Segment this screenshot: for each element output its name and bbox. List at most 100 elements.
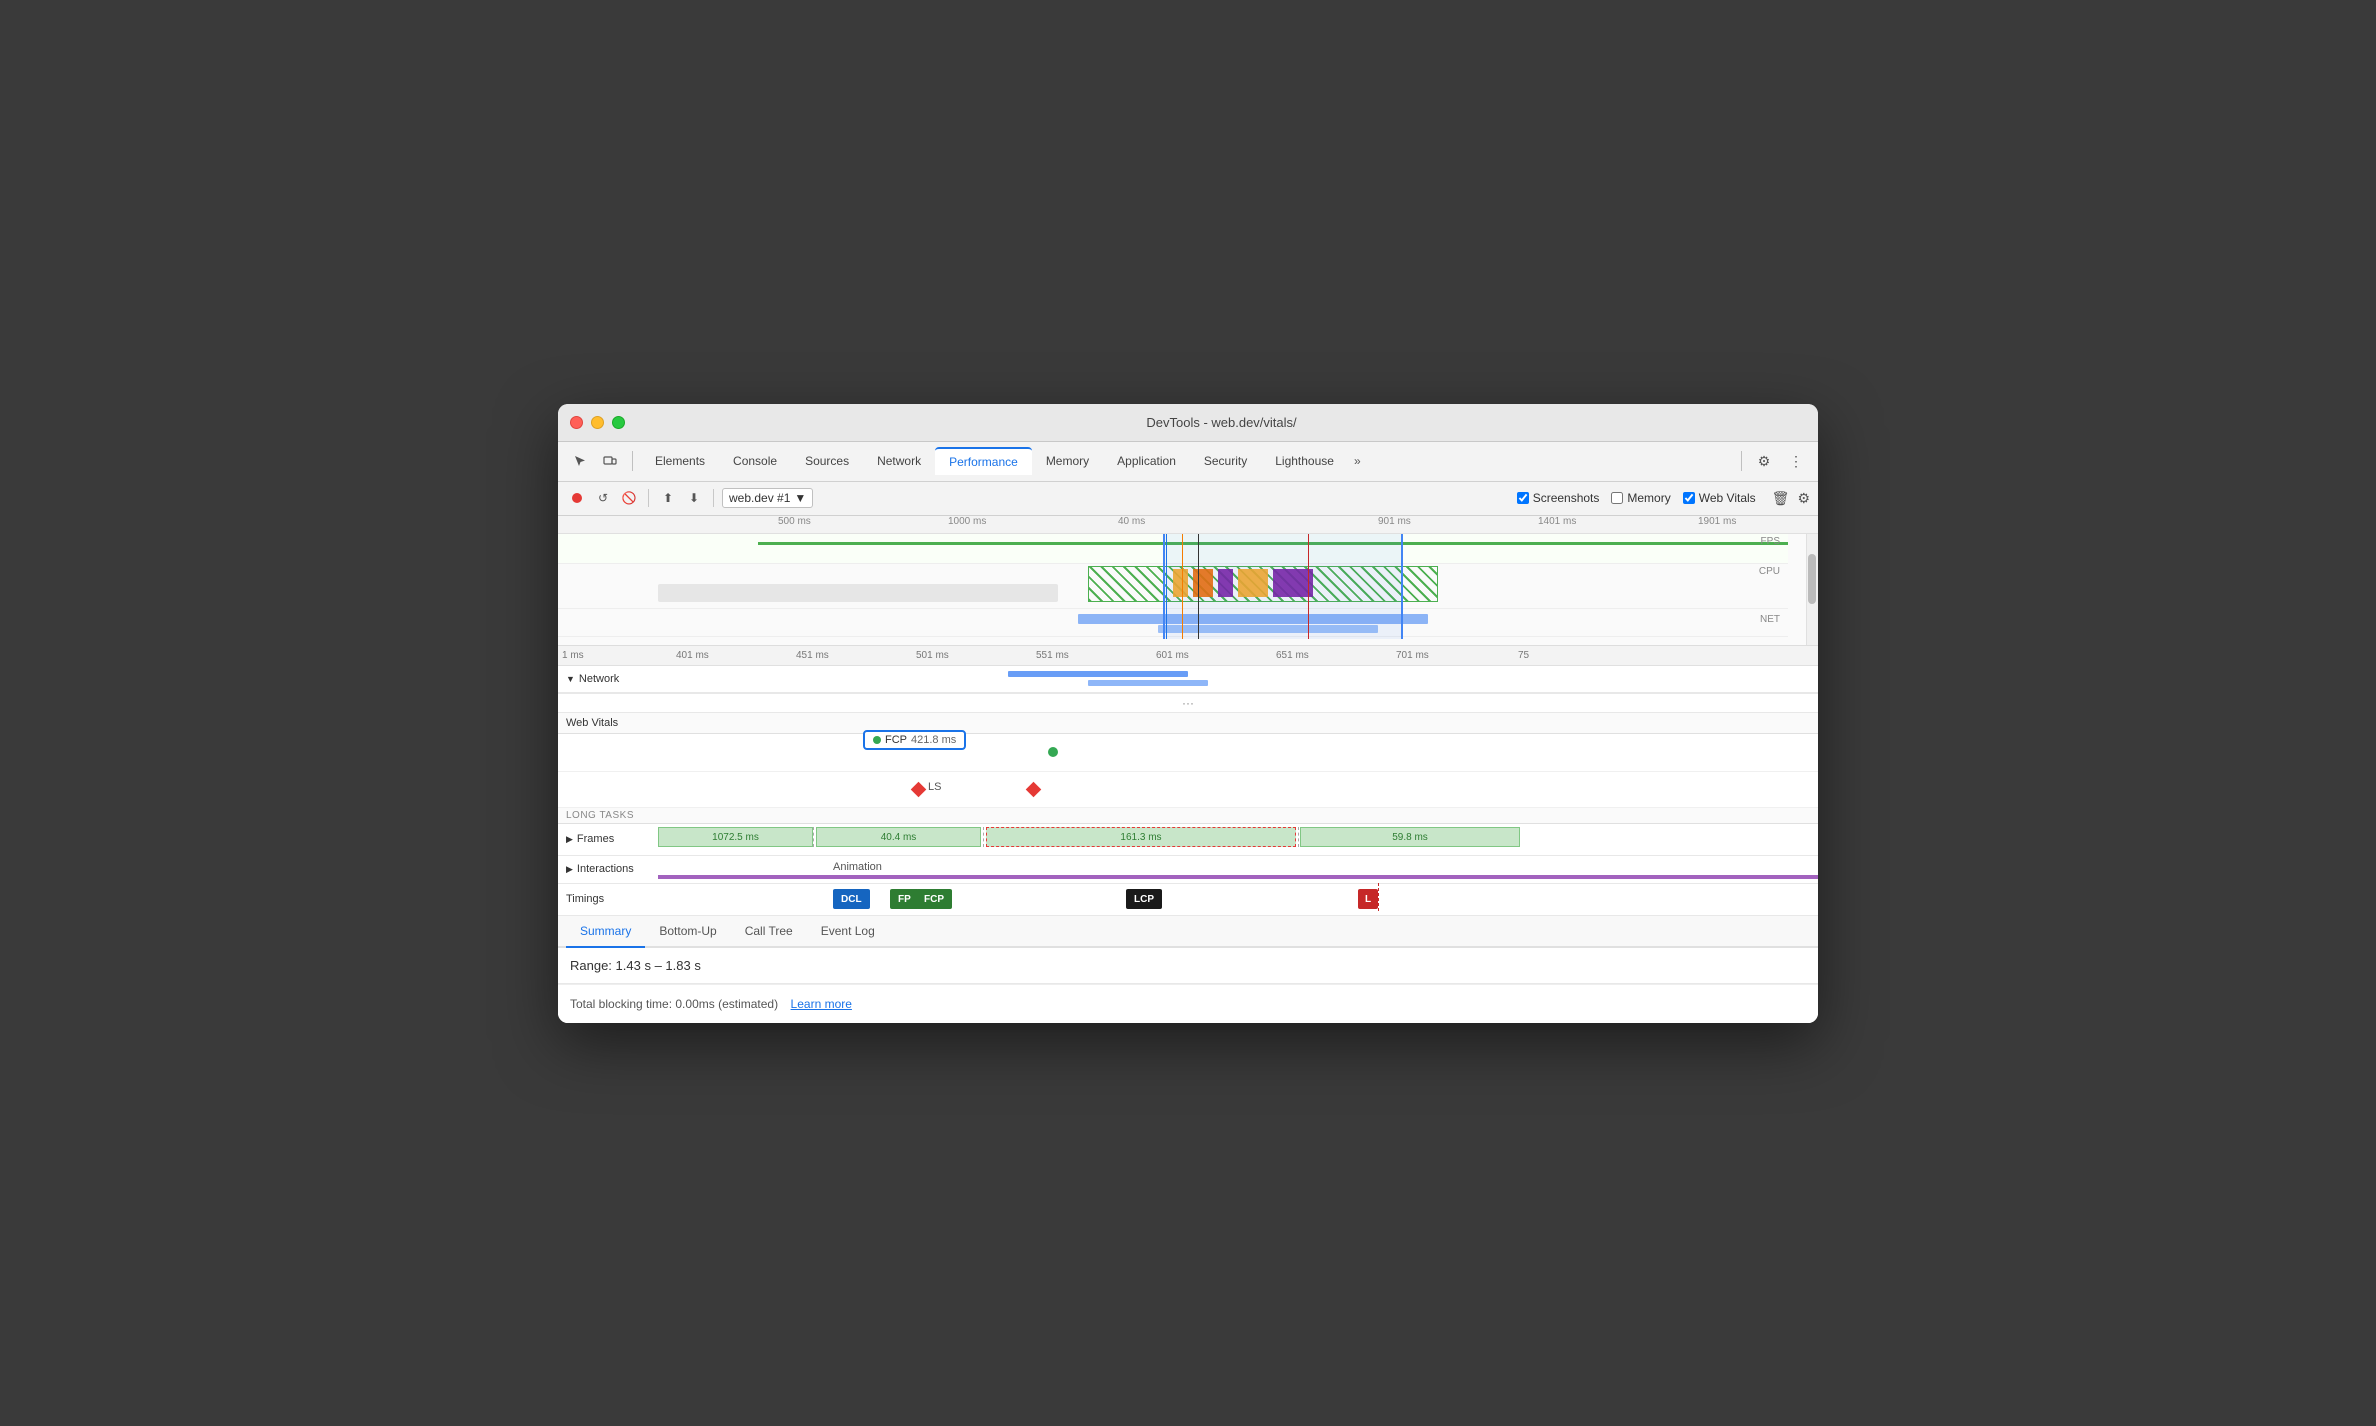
cpu-label: CPU [1759, 566, 1780, 577]
frame-divider-3 [1298, 827, 1299, 847]
blocking-area: Total blocking time: 0.00ms (estimated) … [558, 984, 1818, 1023]
cursor-icon[interactable] [566, 447, 594, 475]
network-collapse-icon[interactable]: ▼ [566, 674, 575, 684]
tab-sources[interactable]: Sources [791, 448, 863, 474]
tab-console[interactable]: Console [719, 448, 791, 474]
delete-recording-button[interactable]: 🗑 [1768, 488, 1794, 509]
sep2 [713, 489, 714, 507]
detail-451ms: 451 ms [796, 650, 829, 661]
tab-application[interactable]: Application [1103, 448, 1190, 474]
frame-block-3[interactable]: 161.3 ms [986, 827, 1296, 847]
vline-end [1198, 534, 1199, 639]
tab-lighthouse[interactable]: Lighthouse [1261, 448, 1348, 474]
web-vitals-header: Web Vitals [558, 713, 1818, 734]
ruler-1000ms: 1000 ms [948, 516, 986, 527]
fcp-badge[interactable]: FCP 421.8 ms [863, 730, 966, 750]
toolbar-options: Screenshots Memory Web Vitals 🗑 [1517, 488, 1794, 509]
screenshots-option[interactable]: Screenshots [1517, 491, 1600, 505]
record-button[interactable] [566, 487, 588, 509]
overview-scrollbar[interactable] [1806, 534, 1818, 645]
memory-option[interactable]: Memory [1611, 491, 1670, 505]
frames-row[interactable]: ▶ Frames 1072.5 ms 40.4 ms 161.3 ms [558, 824, 1818, 856]
ruler-500ms: 500 ms [778, 516, 811, 527]
interactions-row[interactable]: ▶ Interactions Animation [558, 856, 1818, 884]
tab-memory[interactable]: Memory [1032, 448, 1103, 474]
network-content [658, 666, 1818, 692]
lcp-timing-badge[interactable]: LCP [1126, 889, 1162, 909]
timeline-overview[interactable]: 500 ms 1000 ms 40 ms 901 ms 1401 ms 1901… [558, 516, 1818, 646]
frame-4-label: 59.8 ms [1392, 832, 1428, 843]
interactions-content: Animation [658, 855, 1818, 883]
download-button[interactable]: ⬇ [683, 487, 705, 509]
responsive-icon[interactable] [596, 447, 624, 475]
session-selector[interactable]: web.dev #1 ▼ [722, 488, 813, 508]
timings-row[interactable]: Timings DCL FP FCP [558, 884, 1818, 916]
capture-settings-icon[interactable]: ⚙ [1797, 490, 1810, 507]
ellipsis-row: ··· [558, 694, 1818, 713]
frame-block-1[interactable]: 1072.5 ms [658, 827, 813, 847]
interactions-label: ▶ Interactions [558, 863, 658, 875]
nav-tabs: Elements Console Sources Network Perform… [641, 447, 1733, 475]
devtools-panel: Elements Console Sources Network Perform… [558, 442, 1818, 1023]
upload-button[interactable]: ⬆ [657, 487, 679, 509]
selection-overlay[interactable] [1163, 534, 1403, 639]
detail-651ms: 651 ms [1276, 650, 1309, 661]
detail-701ms: 701 ms [1396, 650, 1429, 661]
dropdown-arrow-icon: ▼ [794, 491, 806, 505]
fcp-timing-badge[interactable]: FCP [916, 889, 952, 909]
learn-more-link[interactable]: Learn more [791, 997, 852, 1011]
close-button[interactable] [570, 416, 583, 429]
ls-row: LS [558, 772, 1818, 808]
tab-event-log[interactable]: Event Log [807, 916, 889, 948]
clear-button[interactable]: 🚫 [618, 487, 640, 509]
tab-call-tree[interactable]: Call Tree [731, 916, 807, 948]
tab-security[interactable]: Security [1190, 448, 1261, 474]
tab-summary[interactable]: Summary [566, 916, 645, 948]
tab-performance[interactable]: Performance [935, 447, 1032, 475]
ls-diamond-1 [911, 782, 927, 798]
memory-checkbox[interactable] [1611, 492, 1623, 504]
settings-icon[interactable]: ⚙ [1750, 447, 1778, 475]
interaction-bar [658, 875, 1818, 879]
screenshots-checkbox[interactable] [1517, 492, 1529, 504]
timings-label: Timings [558, 893, 658, 905]
web-vitals-option[interactable]: Web Vitals [1683, 491, 1756, 505]
sep1 [648, 489, 649, 507]
nav-right-icons: ⚙ ⋮ [1750, 447, 1810, 475]
timings-content: DCL FP FCP LCP L [658, 883, 1818, 915]
net-request-2 [1088, 680, 1208, 686]
l-timing-badge[interactable]: L [1358, 889, 1378, 909]
tab-network[interactable]: Network [863, 448, 935, 474]
reload-button[interactable]: ↺ [592, 487, 614, 509]
separator2 [1741, 451, 1742, 471]
fullscreen-button[interactable] [612, 416, 625, 429]
vline-orange [1182, 534, 1183, 639]
ruler-40ms: 40 ms [1118, 516, 1145, 527]
menu-icon[interactable]: ⋮ [1782, 447, 1810, 475]
web-vitals-checkbox[interactable] [1683, 492, 1695, 504]
tab-bottom-up[interactable]: Bottom-Up [645, 916, 730, 948]
fp-badge[interactable]: FP [890, 889, 919, 909]
frame-2-label: 40.4 ms [881, 832, 917, 843]
detail-1ms: 1 ms [562, 650, 584, 661]
fcp-green-dot [873, 736, 881, 744]
more-tabs-icon[interactable]: » [1348, 450, 1367, 472]
ls-label-text: LS [928, 781, 941, 793]
title-bar: DevTools - web.dev/vitals/ [558, 404, 1818, 442]
frames-collapse-icon: ▶ [566, 834, 573, 845]
tab-elements[interactable]: Elements [641, 448, 719, 474]
ruler-1401ms: 1401 ms [1538, 516, 1576, 527]
network-label[interactable]: ▼ Network [558, 669, 658, 689]
network-row: ▼ Network [558, 666, 1818, 693]
minimize-button[interactable] [591, 416, 604, 429]
frame-block-4[interactable]: 59.8 ms [1300, 827, 1520, 847]
dcl-badge[interactable]: DCL [833, 889, 870, 909]
vline-red [1308, 534, 1309, 639]
frames-label: ▶ Frames [558, 833, 658, 845]
devtools-window: DevTools - web.dev/vitals/ Elements Cons… [558, 404, 1818, 1023]
frame-block-2[interactable]: 40.4 ms [816, 827, 981, 847]
fcp-row: FCP 421.8 ms [558, 734, 1818, 772]
frame-divider-2 [983, 827, 984, 847]
overview-scrollbar-thumb [1808, 554, 1816, 604]
net-label: NET [1760, 614, 1780, 625]
